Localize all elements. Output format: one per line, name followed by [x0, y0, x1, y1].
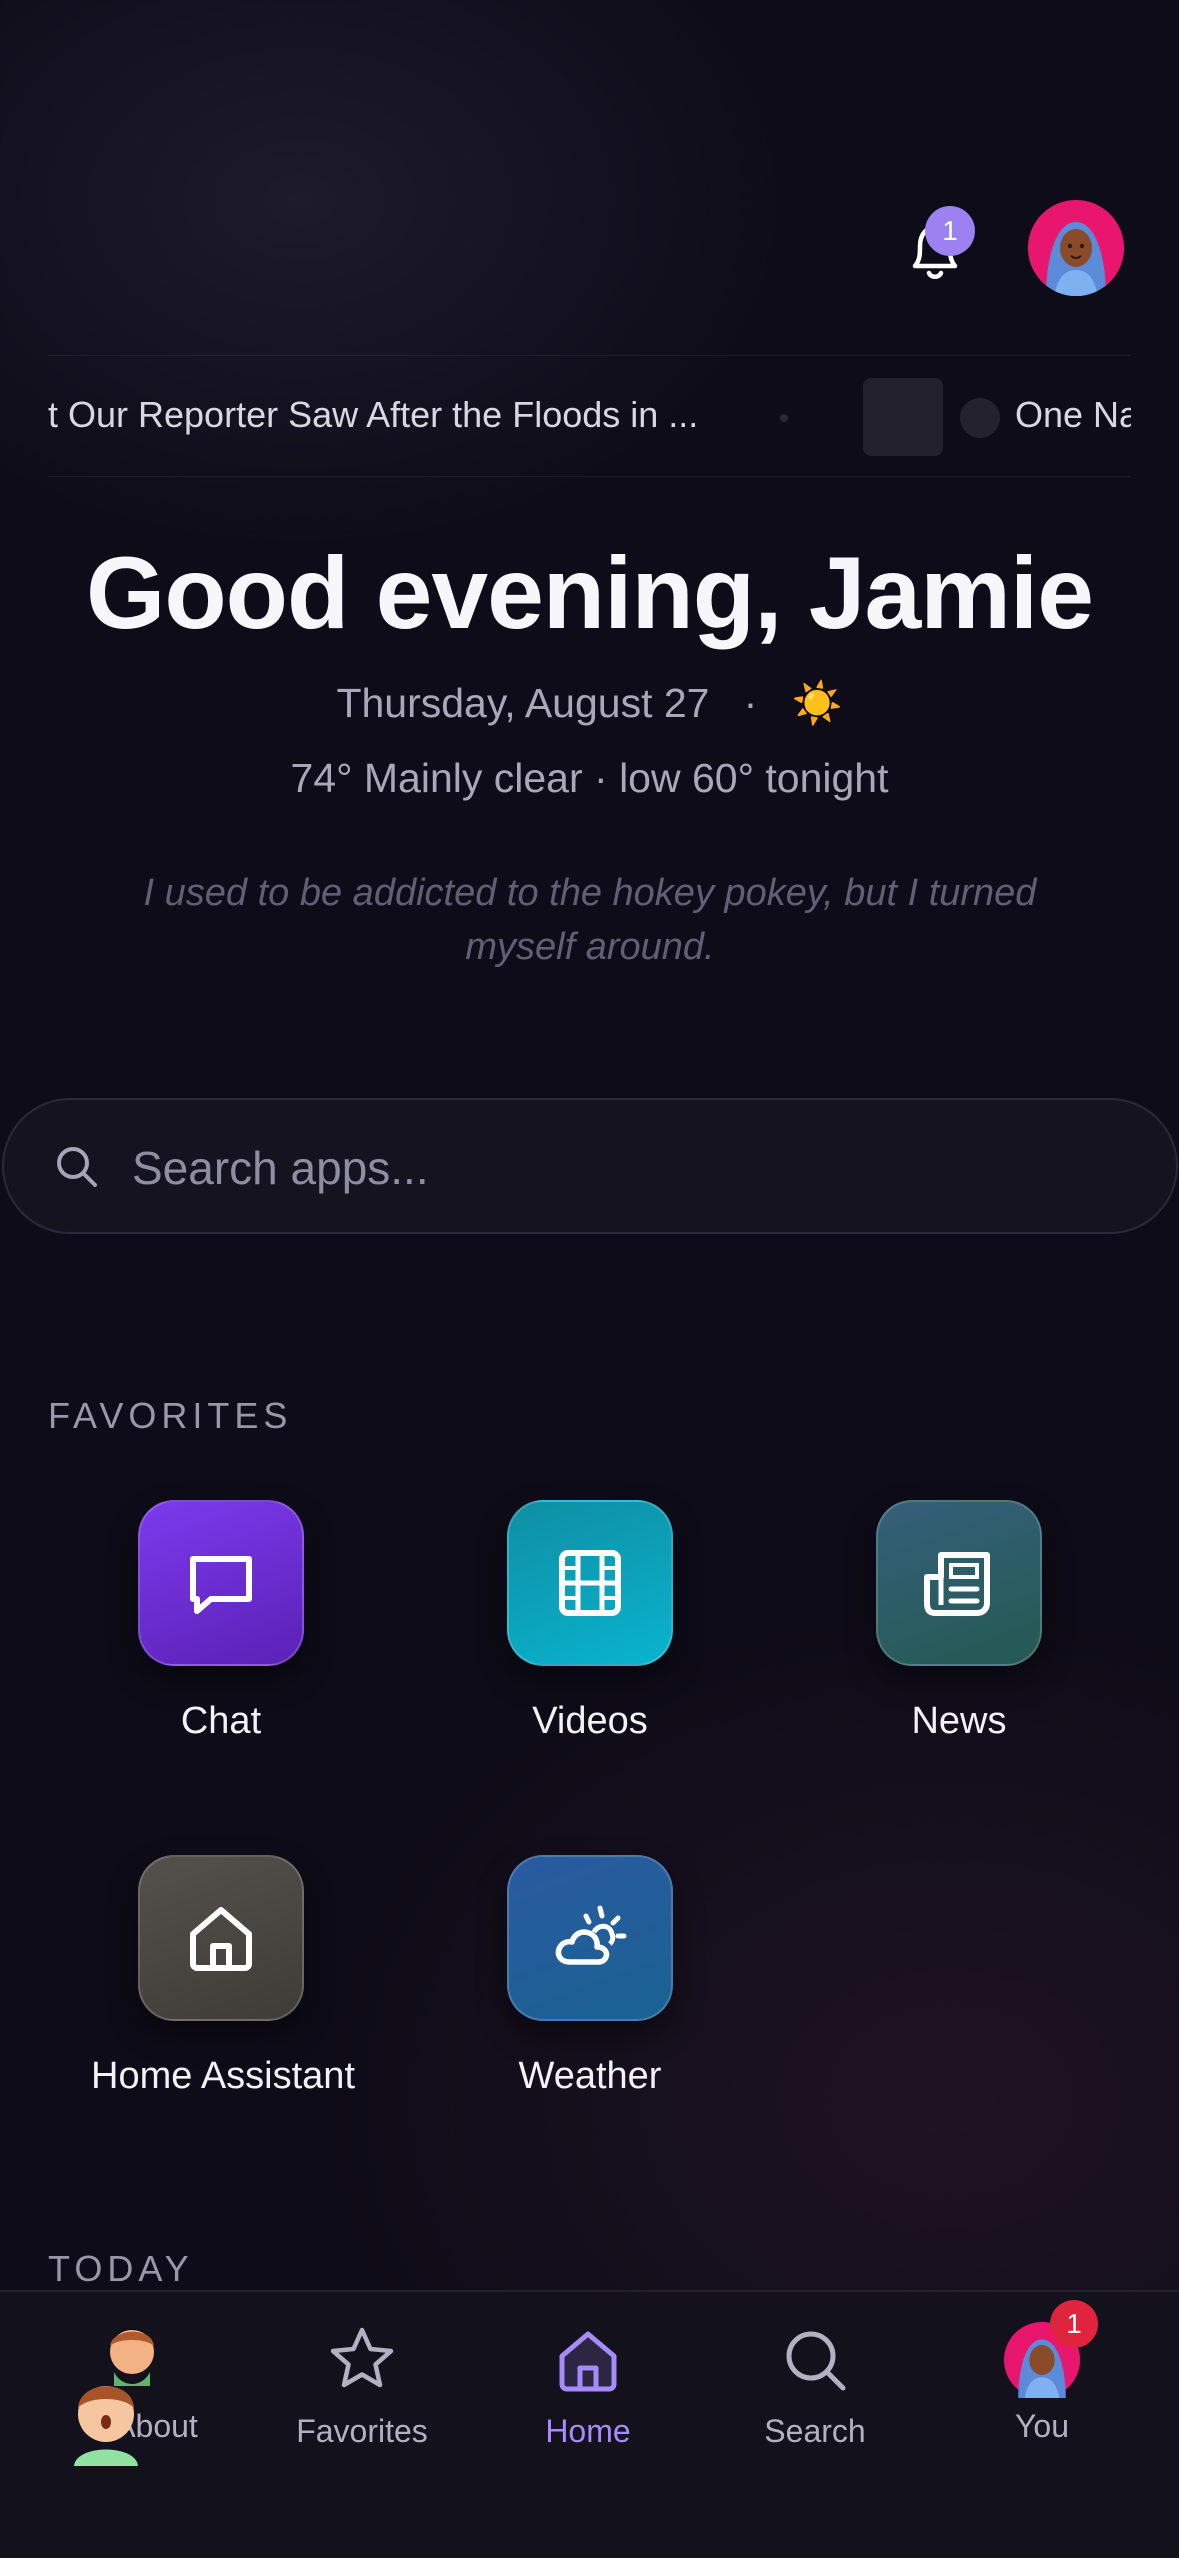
user-avatar: 1: [1004, 2300, 1098, 2398]
weather-summary: 74° Mainly clear · low 60° tonight: [290, 755, 889, 801]
date-line: Thursday, August 27 · ☀️: [0, 680, 1179, 728]
app-news[interactable]: News: [829, 1500, 1089, 1743]
nav-label: Home: [545, 2413, 631, 2449]
about-avatars-icon: [26, 2322, 226, 2466]
nav-label: You: [1015, 2408, 1069, 2444]
news-ticker[interactable]: t Our Reporter Saw After the Floods in .…: [48, 355, 1131, 477]
app-label: Videos: [532, 1700, 648, 1742]
ticker-source-icon: [960, 398, 1000, 438]
ticker-headline[interactable]: One Na: [1015, 394, 1131, 436]
nav-favorites[interactable]: Favorites: [262, 2322, 462, 2450]
nav-search[interactable]: Search: [715, 2322, 915, 2450]
newspaper-icon: [876, 1500, 1042, 1666]
ticker-headline[interactable]: t Our Reporter Saw After the Floods in .…: [48, 394, 698, 436]
nav-home[interactable]: Home: [488, 2322, 688, 2450]
greeting-title: Good evening, Jamie: [86, 536, 1094, 650]
nav-label: Favorites: [296, 2413, 428, 2449]
notification-badge: 1: [925, 206, 975, 256]
sun-icon: ☀️: [791, 680, 843, 726]
search-icon: [57, 1147, 97, 1187]
search-bar[interactable]: [2, 1098, 1178, 1234]
bottom-nav: About Favorites Home Search 1 You: [0, 2290, 1179, 2558]
nav-you[interactable]: 1 You: [942, 2300, 1142, 2445]
avatar-illustration: [1028, 200, 1124, 296]
film-icon: [507, 1500, 673, 1666]
cloud-sun-icon: [507, 1855, 673, 2021]
search-icon: [786, 2331, 846, 2391]
ticker-thumbnail: [863, 378, 943, 456]
you-badge: 1: [1050, 2300, 1098, 2348]
chat-icon: [138, 1500, 304, 1666]
app-label: Chat: [180, 1700, 262, 1742]
app-chat[interactable]: Chat: [91, 1500, 351, 1743]
app-label: Weather: [518, 2055, 662, 2097]
app-label: News: [911, 1700, 1007, 1742]
nav-about[interactable]: About: [26, 2322, 226, 2466]
search-input[interactable]: [130, 1130, 1034, 1206]
app-weather[interactable]: Weather: [460, 1855, 720, 2098]
app-videos[interactable]: Videos: [460, 1500, 720, 1743]
home-icon: [559, 2331, 617, 2392]
date-text: Thursday, August 27: [336, 680, 710, 726]
date-separator: ·: [743, 680, 758, 726]
user-avatar[interactable]: [1028, 200, 1124, 296]
star-icon: [330, 2327, 394, 2388]
nav-label: Search: [764, 2413, 866, 2449]
home-icon: [138, 1855, 304, 2021]
ticker-separator: [780, 414, 788, 422]
today-heading: TODAY: [48, 2248, 194, 2289]
daily-joke: I used to be addicted to the hokey pokey…: [143, 872, 1037, 968]
app-home-assistant[interactable]: Home Assistant: [91, 1855, 355, 2098]
favorites-heading: FAVORITES: [48, 1395, 293, 1436]
app-label: Home Assistant: [91, 2055, 355, 2097]
